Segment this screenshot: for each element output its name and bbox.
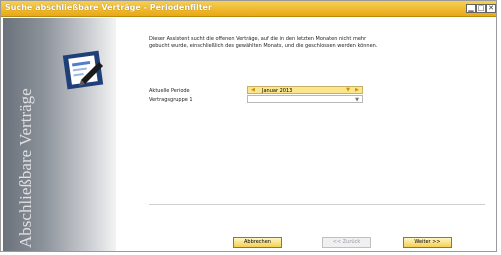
dropdown-arrow-icon[interactable]: ▼ <box>355 97 359 103</box>
period-value: Januar 2013 <box>262 88 293 94</box>
cancel-button[interactable]: Abbrechen <box>233 237 282 248</box>
contract-group-label: Vertragsgruppe 1 <box>149 97 193 103</box>
maximize-button[interactable]: □ <box>476 4 486 13</box>
window-title: Suche abschließbare Verträge - Periodenf… <box>5 3 212 12</box>
next-button[interactable]: Weiter >> <box>403 237 452 248</box>
svg-text:Abschließbare Verträge: Abschließbare Verträge <box>16 88 35 248</box>
wizard-content: Dieser Assistent sucht die offenen Vertr… <box>117 18 495 230</box>
next-period-icon[interactable]: ▶ <box>355 87 359 93</box>
close-button[interactable]: ✕ <box>486 4 496 13</box>
document-pen-icon <box>62 50 104 90</box>
period-field[interactable]: ◀ Januar 2013 ▼ ▶ <box>247 86 363 94</box>
separator-line <box>149 204 485 205</box>
period-label: Aktuelle Periode <box>149 88 190 94</box>
wizard-window: Suche abschließbare Verträge - Periodenf… <box>0 0 497 252</box>
back-button[interactable]: << Zurück <box>322 237 371 248</box>
dropdown-arrow-icon[interactable]: ▼ <box>346 87 350 93</box>
description-text: Dieser Assistent sucht die offenen Vertr… <box>149 36 378 49</box>
wizard-sidebar: Abschließbare Verträge <box>3 18 116 251</box>
minimize-button[interactable]: ▁ <box>466 4 476 13</box>
title-bar[interactable]: Suche abschließbare Verträge - Periodenf… <box>1 1 496 17</box>
previous-period-icon[interactable]: ◀ <box>251 87 255 93</box>
contract-group-select[interactable]: ▼ <box>247 95 363 103</box>
